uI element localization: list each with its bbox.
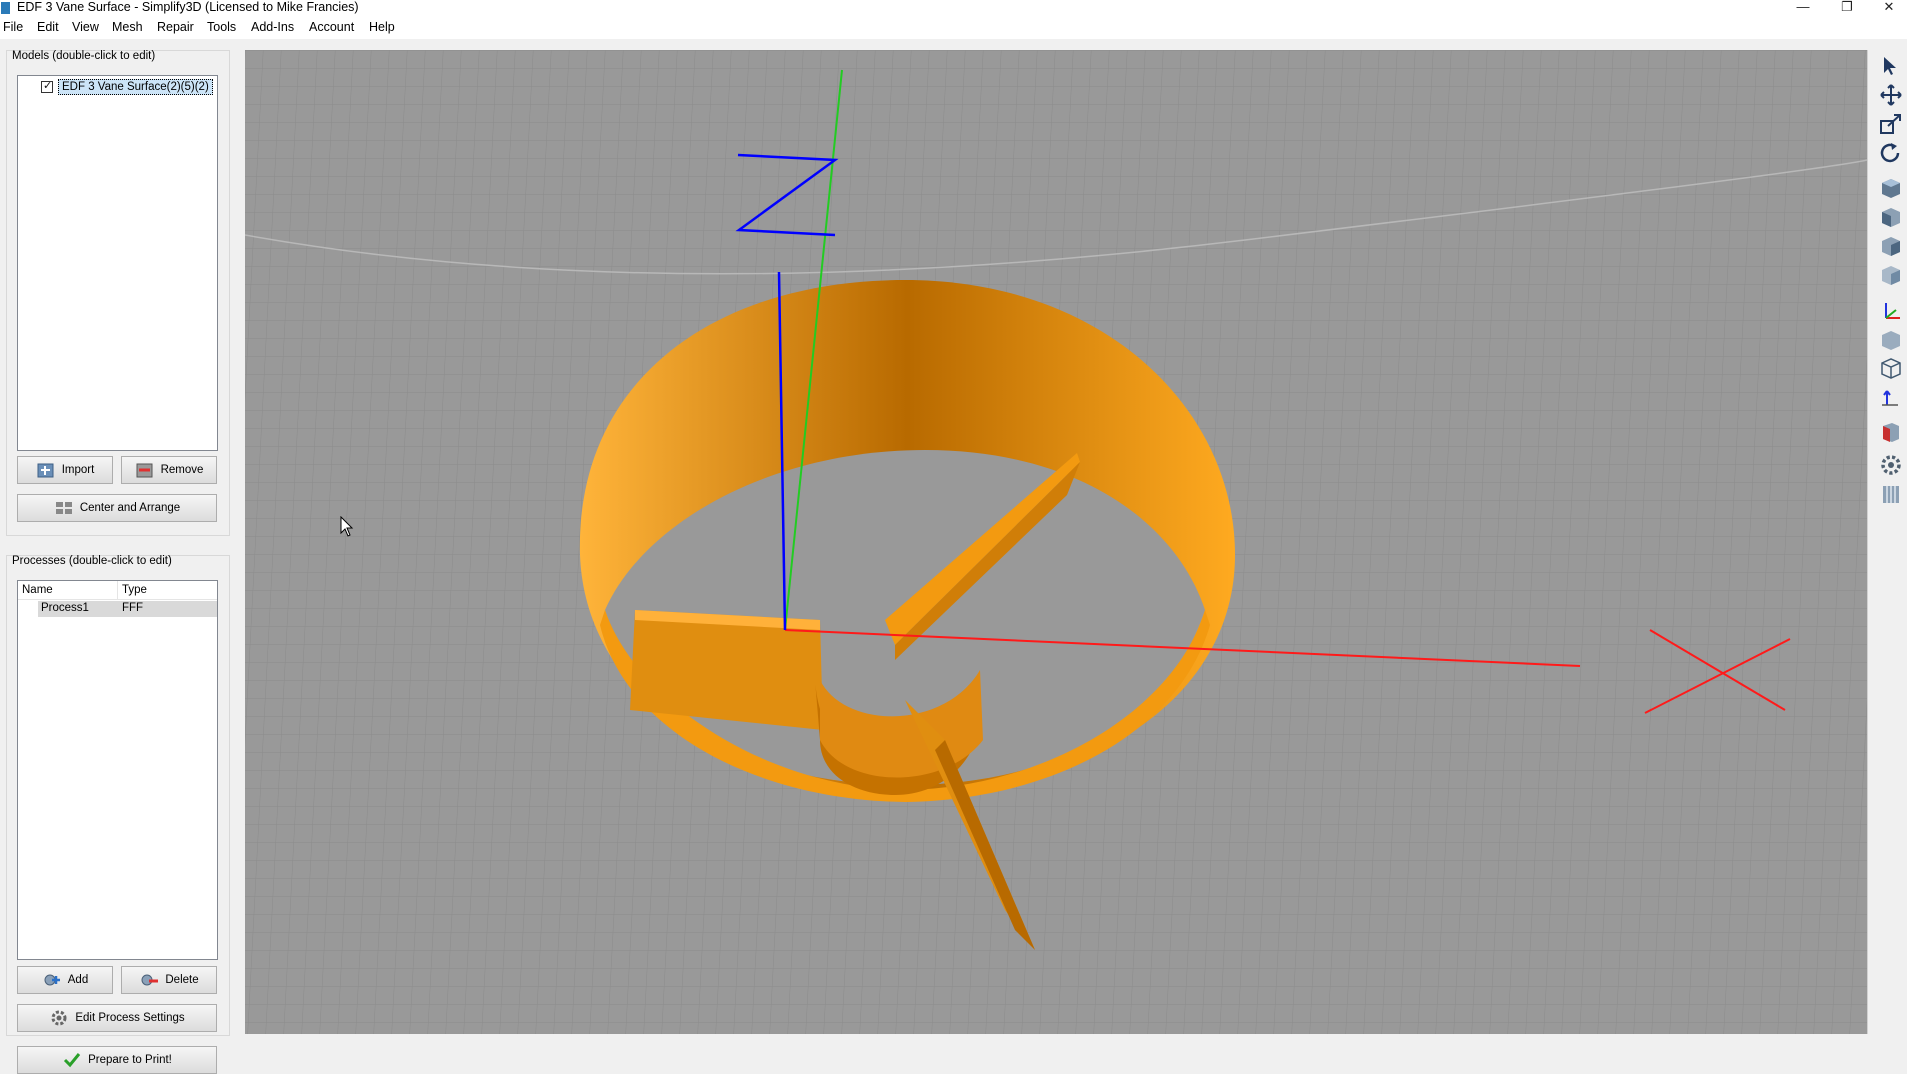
processes-group-label: Processes (double-click to edit) <box>12 555 172 567</box>
menu-edit[interactable]: Edit <box>37 20 59 34</box>
menu-file[interactable]: File <box>3 20 23 34</box>
prepare-to-print-button[interactable]: Prepare to Print! <box>17 1046 217 1074</box>
app-icon <box>1 2 10 14</box>
toolbar-spacer <box>0 39 1907 50</box>
delete-process-button[interactable]: Delete <box>121 966 217 994</box>
remove-button[interactable]: Remove <box>121 456 217 484</box>
menu-account[interactable]: Account <box>309 20 354 34</box>
checkmark-icon: ✓ <box>43 80 53 92</box>
processes-list[interactable]: Name Type Process1 FFF <box>17 580 218 960</box>
add-process-label: Add <box>67 974 89 986</box>
scale-icon[interactable] <box>1878 112 1904 136</box>
process-type-cell: FFF <box>122 602 144 614</box>
gear-icon <box>49 1009 69 1027</box>
axes-icon[interactable] <box>1878 299 1904 323</box>
table-row[interactable]: Process1 FFF <box>38 601 217 617</box>
edit-process-settings-button[interactable]: Edit Process Settings <box>17 1004 217 1032</box>
column-divider <box>117 581 118 599</box>
center-arrange-label: Center and Arrange <box>79 502 181 514</box>
model-item[interactable]: EDF 3 Vane Surface(2)(5)(2) <box>58 79 213 95</box>
menu-view[interactable]: View <box>72 20 99 34</box>
process-name-cell: Process1 <box>41 602 89 614</box>
center-arrange-icon <box>54 499 74 517</box>
move-icon[interactable] <box>1878 83 1904 107</box>
model-checkbox[interactable]: ✓ <box>41 80 53 93</box>
left-panel: Models (double-click to edit) ✓ EDF 3 Va… <box>0 50 245 1074</box>
select-icon[interactable] <box>1878 54 1904 78</box>
rotate-icon[interactable] <box>1878 141 1904 165</box>
column-header-name[interactable]: Name <box>22 584 53 596</box>
close-button[interactable]: ✕ <box>1867 0 1907 17</box>
processes-header: Name Type <box>18 581 217 600</box>
models-list[interactable]: ✓ EDF 3 Vane Surface(2)(5)(2) <box>17 75 218 451</box>
right-toolbar <box>1867 50 1907 1034</box>
remove-icon <box>135 461 155 479</box>
import-button[interactable]: Import <box>17 456 113 484</box>
3d-viewport[interactable] <box>245 50 1867 1034</box>
delete-process-icon <box>139 971 159 989</box>
edit-process-settings-label: Edit Process Settings <box>75 1012 185 1024</box>
viewport-canvas <box>245 50 1867 1034</box>
delete-process-label: Delete <box>165 974 199 986</box>
view-iso-icon[interactable] <box>1878 263 1904 287</box>
restore-button[interactable]: ❐ <box>1825 0 1869 17</box>
supports-icon[interactable] <box>1878 420 1904 444</box>
models-group-label: Models (double-click to edit) <box>12 50 156 62</box>
checkmark-icon <box>62 1051 82 1069</box>
wireframe-icon[interactable] <box>1878 356 1904 380</box>
add-process-button[interactable]: Add <box>17 966 113 994</box>
import-label: Import <box>61 464 95 476</box>
add-process-icon <box>42 971 62 989</box>
title-bar: EDF 3 Vane Surface - Simplify3D (License… <box>0 0 1907 17</box>
column-header-type[interactable]: Type <box>122 584 147 596</box>
settings-icon[interactable] <box>1878 453 1904 477</box>
import-icon <box>36 461 56 479</box>
menu-help[interactable]: Help <box>369 20 395 34</box>
layers-icon[interactable] <box>1878 482 1904 506</box>
solid-icon[interactable] <box>1878 328 1904 352</box>
view-front-icon[interactable] <box>1878 205 1904 229</box>
menu-mesh[interactable]: Mesh <box>112 20 143 34</box>
center-arrange-button[interactable]: Center and Arrange <box>17 494 217 522</box>
remove-label: Remove <box>160 464 204 476</box>
cross-section-icon[interactable] <box>1878 385 1904 409</box>
mouse-cursor-icon <box>340 516 354 537</box>
minimize-button[interactable]: — <box>1781 0 1825 17</box>
view-side-icon[interactable] <box>1878 234 1904 258</box>
window-title: EDF 3 Vane Surface - Simplify3D (License… <box>17 0 359 14</box>
view-top-icon[interactable] <box>1878 176 1904 200</box>
menu-add-ins[interactable]: Add-Ins <box>251 20 294 34</box>
prepare-to-print-label: Prepare to Print! <box>88 1054 172 1066</box>
menu-repair[interactable]: Repair <box>157 20 194 34</box>
menu-bar: File Edit View Mesh Repair Tools Add-Ins… <box>0 17 1907 39</box>
menu-tools[interactable]: Tools <box>207 20 236 34</box>
